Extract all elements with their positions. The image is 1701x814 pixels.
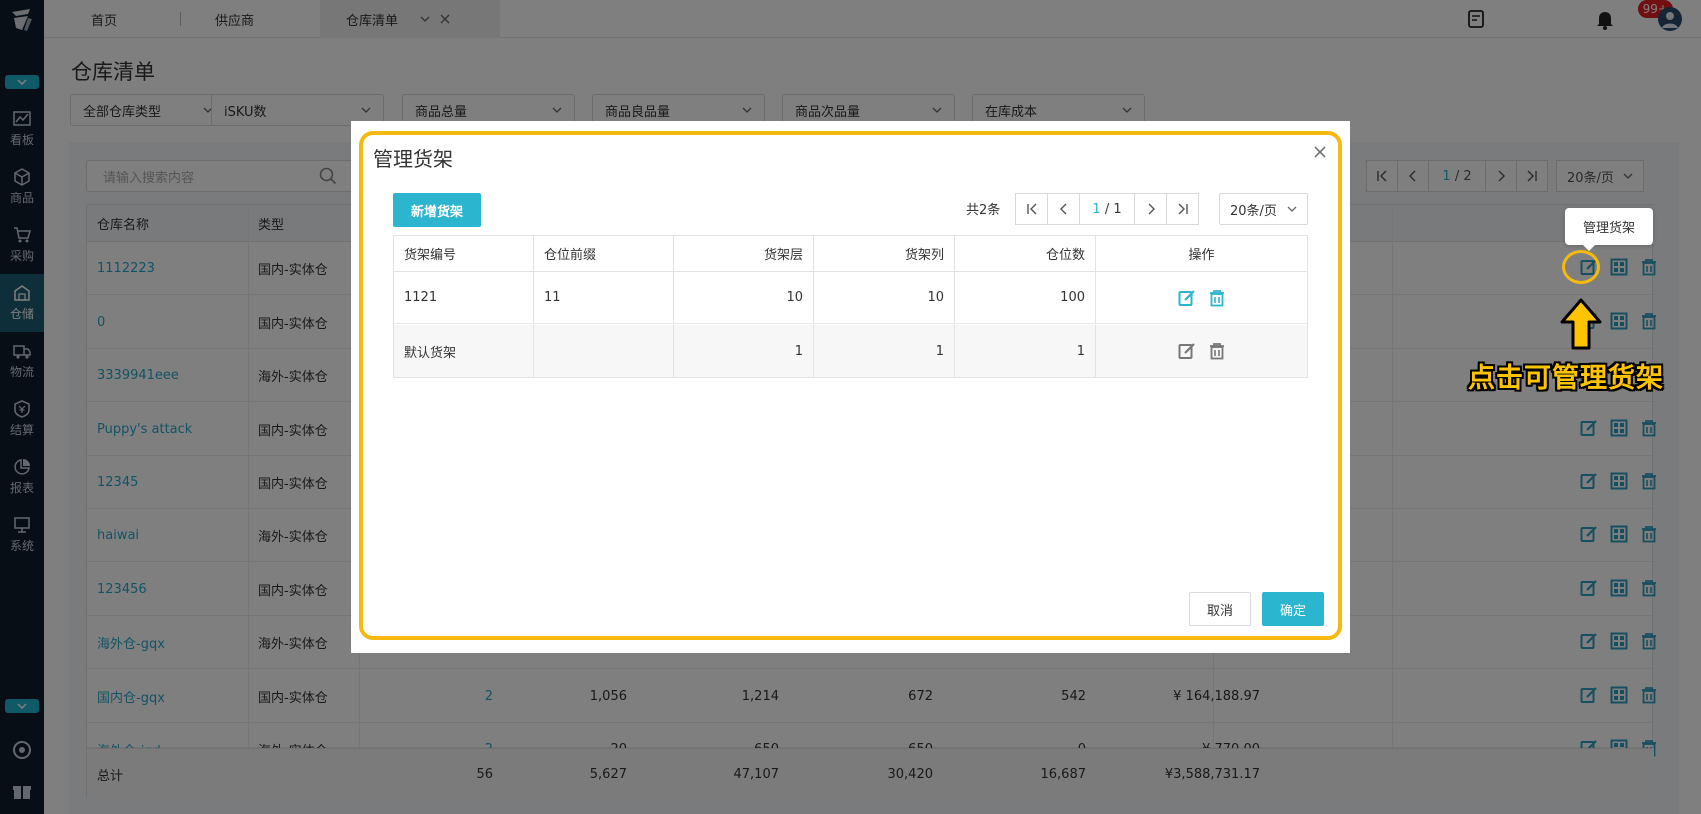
shelf-layers: 1 bbox=[674, 325, 814, 377]
chevron-down-icon bbox=[1287, 206, 1297, 212]
modal-total-count: 共2条 bbox=[966, 203, 1001, 218]
shelf-table: 货架编号 仓位前缀 货架层 货架列 仓位数 操作 1121 11 10 10 100 默认… bbox=[393, 235, 1308, 378]
shelf-columns: 10 bbox=[814, 272, 955, 323]
shelf-columns: 1 bbox=[814, 325, 955, 377]
page-current: 1 bbox=[1092, 201, 1101, 217]
chevron-left-icon bbox=[1059, 203, 1066, 215]
cancel-button[interactable]: 取消 bbox=[1189, 592, 1251, 626]
tooltip: 管理货架 bbox=[1565, 208, 1653, 251]
chevron-right-icon bbox=[1148, 203, 1155, 215]
first-page-button[interactable] bbox=[1015, 193, 1048, 225]
shelf-row: 默认货架 1 1 1 bbox=[394, 325, 1307, 377]
last-page-button[interactable] bbox=[1166, 193, 1199, 225]
modal-page-size-select[interactable]: 20条/页 bbox=[1219, 193, 1308, 225]
delete-icon[interactable] bbox=[1208, 289, 1226, 307]
column-header: 货架层 bbox=[674, 236, 814, 271]
last-page-icon bbox=[1178, 203, 1188, 215]
column-header: 货架列 bbox=[814, 236, 955, 271]
shelf-table-header: 货架编号 仓位前缀 货架层 货架列 仓位数 操作 bbox=[394, 236, 1307, 272]
column-header: 仓位前缀 bbox=[534, 236, 674, 271]
shelf-actions bbox=[1096, 272, 1307, 323]
close-icon[interactable] bbox=[1310, 142, 1330, 162]
shelf-slots: 1 bbox=[955, 325, 1096, 377]
column-header: 货架编号 bbox=[394, 236, 534, 271]
shelf-actions bbox=[1096, 325, 1307, 377]
confirm-button[interactable]: 确定 bbox=[1262, 592, 1324, 626]
arrow-up-icon bbox=[1560, 298, 1602, 350]
shelf-layers: 10 bbox=[674, 272, 814, 323]
page-total: / 1 bbox=[1104, 201, 1122, 217]
highlight-circle bbox=[1562, 250, 1600, 284]
add-shelf-button[interactable]: 新增货架 bbox=[393, 193, 481, 227]
shelf-slots: 100 bbox=[955, 272, 1096, 323]
page-input[interactable]: 1 / 1 bbox=[1079, 193, 1135, 225]
shelf-code: 默认货架 bbox=[394, 325, 534, 377]
first-page-icon bbox=[1026, 203, 1036, 215]
edit-icon[interactable] bbox=[1178, 289, 1196, 307]
modal-pager: 1 / 1 bbox=[1015, 193, 1199, 225]
column-header: 仓位数 bbox=[955, 236, 1096, 271]
modal-title: 管理货架 bbox=[373, 147, 453, 171]
page-size-label: 20条/页 bbox=[1230, 203, 1277, 219]
shelf-prefix bbox=[534, 325, 674, 377]
column-header: 操作 bbox=[1188, 248, 1215, 263]
prev-page-button[interactable] bbox=[1047, 193, 1080, 225]
shelf-code: 1121 bbox=[394, 272, 534, 323]
shelf-row: 1121 11 10 10 100 bbox=[394, 272, 1307, 324]
next-page-button[interactable] bbox=[1134, 193, 1167, 225]
shelf-prefix: 11 bbox=[534, 272, 674, 323]
annotation-text: 点击可管理货架 bbox=[1468, 363, 1664, 394]
delete-icon[interactable] bbox=[1208, 342, 1226, 360]
edit-icon[interactable] bbox=[1178, 342, 1196, 360]
